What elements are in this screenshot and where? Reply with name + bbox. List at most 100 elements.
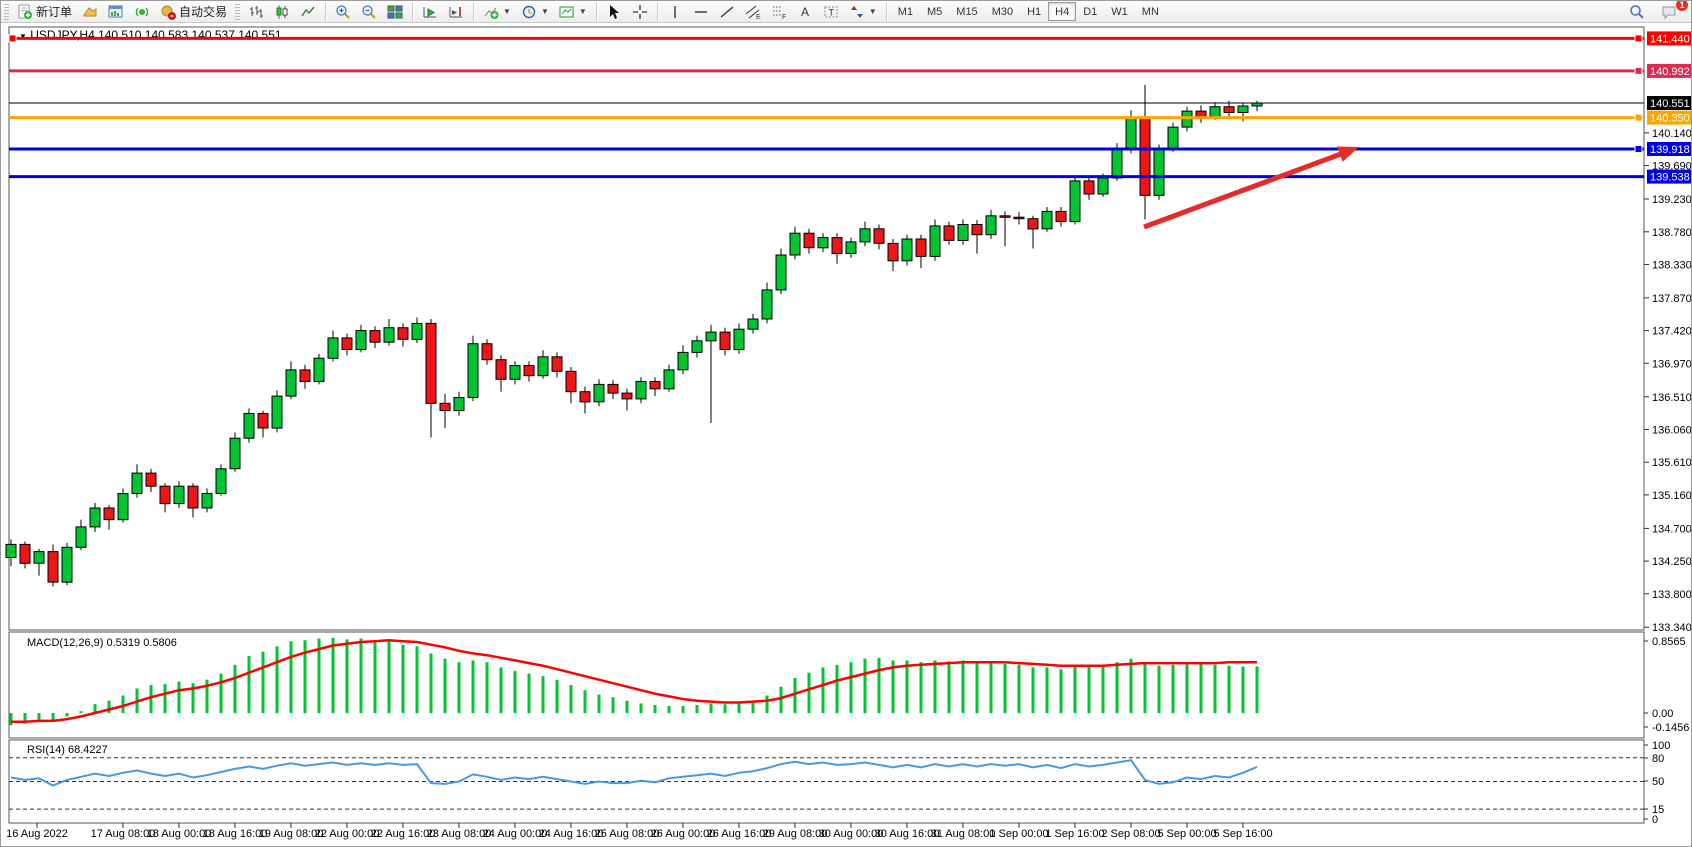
price-level-label: 141.440 [1650, 33, 1690, 45]
equidistant-channel-button[interactable]: E [740, 2, 766, 22]
auto-scroll-button[interactable] [417, 2, 443, 22]
arrows-button[interactable]: ▼ [844, 2, 882, 22]
candle [804, 229, 814, 254]
notifications-button[interactable]: 1 [1656, 2, 1683, 22]
candle [860, 222, 870, 247]
bar-chart-button[interactable] [243, 2, 269, 22]
horizontal-line-button[interactable] [688, 2, 714, 22]
candle [76, 520, 86, 551]
toolbar-grip[interactable] [4, 4, 9, 20]
price-tick-label: 136.970 [1652, 358, 1692, 370]
date-tick-label: 31 Aug 08:00 [931, 828, 996, 840]
timeframe-M30[interactable]: M30 [985, 2, 1020, 21]
new-order-button[interactable]: 新订单 [12, 2, 77, 22]
zoom-out-button[interactable] [356, 2, 382, 22]
templates-icon [559, 4, 575, 20]
candle [48, 544, 58, 586]
price-level-line-139.918[interactable] [9, 146, 1644, 153]
timeframe-D1[interactable]: D1 [1076, 2, 1104, 21]
indicators-button[interactable]: ▼ [478, 2, 516, 22]
price-level-line-141.440[interactable] [9, 35, 1644, 42]
timeframe-W1[interactable]: W1 [1104, 2, 1135, 21]
price-tick-label: 135.160 [1652, 490, 1692, 502]
fibonacci-icon: F [771, 4, 787, 20]
timeframe-group: M1M5M15M30H1H4D1W1MN [891, 2, 1166, 21]
cursor-button[interactable] [601, 2, 627, 22]
candle [384, 319, 394, 345]
candle [496, 355, 506, 391]
candle [1014, 212, 1024, 224]
text-label-button[interactable]: T [818, 2, 844, 22]
candle [118, 488, 128, 522]
rsi-axis-label: 80 [1652, 753, 1664, 765]
candle [720, 328, 730, 356]
timeframe-MN[interactable]: MN [1135, 2, 1166, 21]
line-handle [1635, 114, 1642, 121]
candle [692, 336, 702, 358]
toolbar: 新订单 [1, 1, 1692, 23]
candle [426, 319, 436, 438]
candle [650, 377, 660, 396]
timeframe-H4[interactable]: H4 [1048, 2, 1076, 21]
candle [552, 352, 562, 377]
candle [902, 235, 912, 266]
candle [454, 392, 464, 416]
date-tick-label: 16 Aug 2022 [6, 828, 68, 840]
trendline-button[interactable] [714, 2, 740, 22]
timeframe-M15[interactable]: M15 [949, 2, 984, 21]
price-level-line-140.350[interactable] [9, 114, 1644, 121]
candle [230, 432, 240, 471]
auto-trading-button[interactable]: 自动交易 [155, 2, 232, 22]
candle [314, 354, 324, 385]
price-tick-label: 133.800 [1652, 589, 1692, 601]
crosshair-button[interactable] [627, 2, 653, 22]
price-tick-label: 136.060 [1652, 425, 1692, 437]
signals-button[interactable] [129, 2, 155, 22]
arrows-icon [849, 4, 865, 20]
periods-button[interactable]: ▼ [516, 2, 554, 22]
price-level-label: 140.551 [1650, 98, 1690, 110]
candle [398, 323, 408, 346]
candle [1084, 177, 1094, 200]
fibonacci-button[interactable]: F [766, 2, 792, 22]
chart-canvas[interactable]: 140.140139.690139.230138.780138.330137.8… [1, 24, 1692, 847]
candle [1196, 105, 1206, 122]
templates-button[interactable]: ▼ [554, 2, 592, 22]
price-level-label: 139.918 [1650, 144, 1690, 156]
candlestick-chart-button[interactable] [269, 2, 295, 22]
timeframe-M5[interactable]: M5 [920, 2, 949, 21]
tile-windows-button[interactable] [382, 2, 408, 22]
text-button[interactable]: A [792, 2, 818, 22]
svg-text:F: F [782, 14, 786, 20]
terminal-button[interactable] [103, 2, 129, 22]
macd-axis-label: -0.1456 [1652, 722, 1689, 734]
date-tick-label: 5 Sep 16:00 [1213, 828, 1272, 840]
candle [888, 239, 898, 271]
zoom-out-icon [361, 4, 377, 20]
toolbar-separator [596, 3, 597, 21]
profiles-icon [82, 4, 98, 20]
candle [874, 225, 884, 250]
search-button[interactable] [1624, 2, 1650, 22]
vertical-line-button[interactable] [662, 2, 688, 22]
toolbar-grip[interactable] [235, 4, 240, 20]
trend-arrow-annotation[interactable] [1144, 147, 1359, 228]
chevron-down-icon: ▼ [503, 7, 511, 16]
line-chart-button[interactable] [295, 2, 321, 22]
candle [90, 503, 100, 532]
rsi-axis-label: 0 [1652, 814, 1658, 826]
candle [1000, 211, 1010, 246]
candle [440, 394, 450, 428]
timeframe-M1[interactable]: M1 [891, 2, 920, 21]
timeframe-H1[interactable]: H1 [1020, 2, 1048, 21]
text-label-icon: T [823, 4, 839, 20]
candle [146, 469, 156, 492]
rsi-axis-label: 100 [1652, 740, 1670, 752]
price-level-line-140.992[interactable] [9, 67, 1644, 74]
chart-shift-button[interactable] [443, 2, 469, 22]
zoom-in-button[interactable] [330, 2, 356, 22]
indicators-icon [483, 4, 499, 20]
candle [328, 331, 338, 362]
macd-axis-label: 0.00 [1652, 708, 1673, 720]
profiles-button[interactable] [77, 2, 103, 22]
